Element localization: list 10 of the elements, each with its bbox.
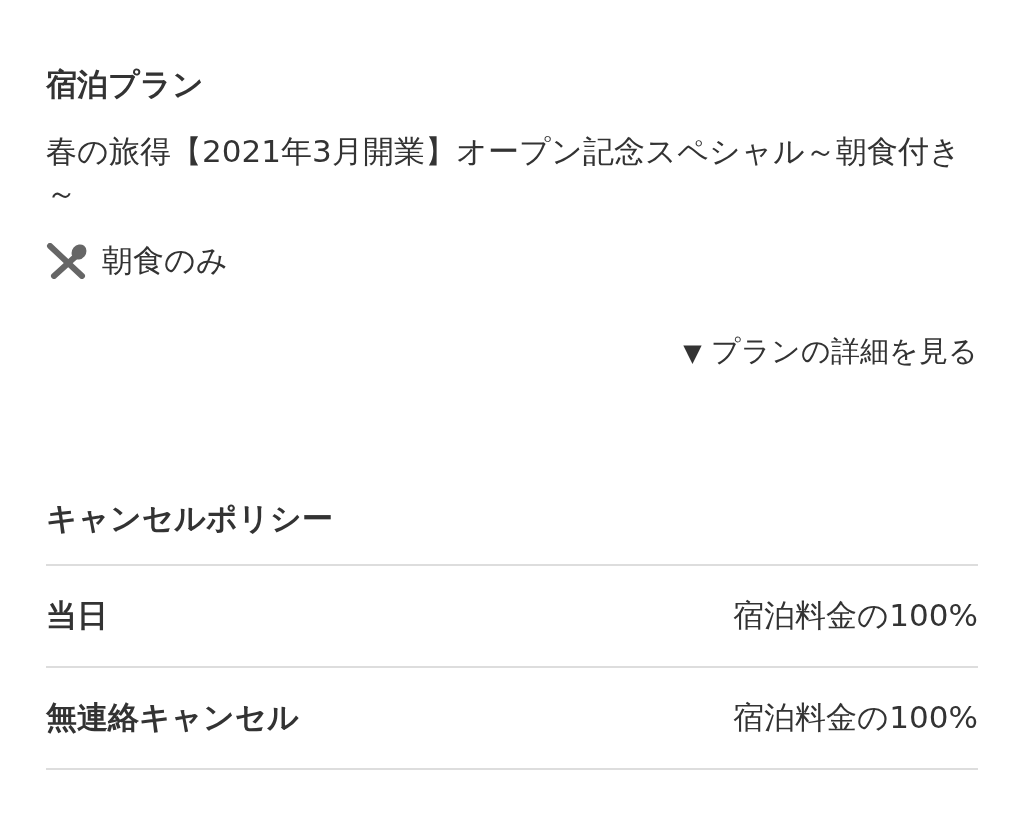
section-heading: キャンセルポリシー — [46, 499, 334, 538]
cutlery-icon — [46, 243, 88, 279]
policy-fee: 宿泊料金の100% — [733, 698, 978, 737]
policy-fee: 宿泊料金の100% — [733, 596, 978, 635]
plan-details-link[interactable]: ▼ プランの詳細を見る — [683, 332, 978, 372]
meal-label: 朝食のみ — [102, 241, 228, 280]
section-heading: 宿泊プラン — [46, 65, 205, 104]
plan-name: 春の旅得【2021年3月開業】オープン記念スペシャル～朝食付き～ — [46, 132, 962, 213]
policy-timing: 当日 — [46, 596, 108, 635]
policy-timing: 無連絡キャンセル — [46, 698, 299, 737]
